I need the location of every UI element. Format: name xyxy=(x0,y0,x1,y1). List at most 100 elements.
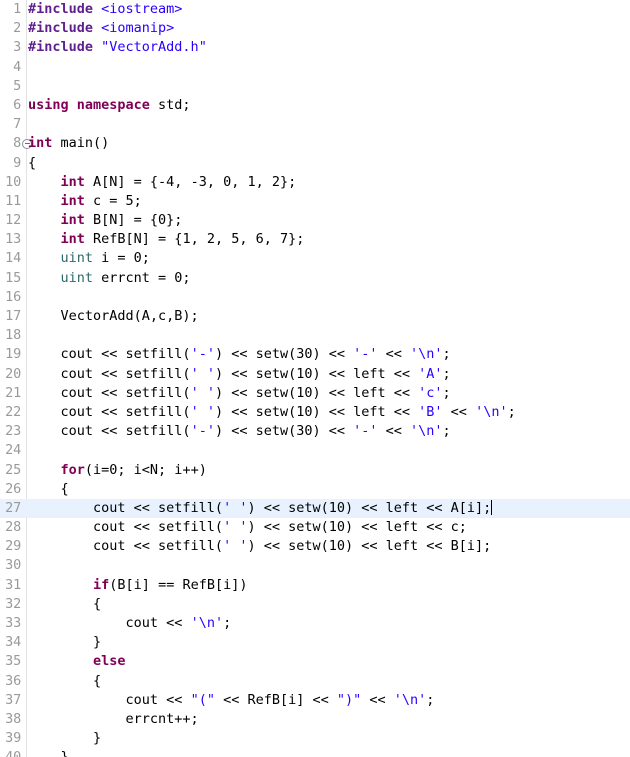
line-number: 38 xyxy=(5,710,21,727)
token-plain: (B[i] == RefB[i]) xyxy=(109,576,248,593)
line-number: 28 xyxy=(5,519,21,536)
code-line[interactable]: 24 xyxy=(0,441,630,460)
token-plain: RefB[N] = {1, 2, 5, 6, 7}; xyxy=(84,231,305,248)
code-line[interactable]: 26 { xyxy=(0,480,630,499)
token-plain: { xyxy=(28,595,102,612)
code-line[interactable]: 21 cout << setfill(' ') << setw(10) << l… xyxy=(0,384,630,403)
code-line[interactable]: 19 cout << setfill('-') << setw(30) << '… xyxy=(0,345,630,364)
line-number: 19 xyxy=(5,346,21,363)
code-line[interactable]: 8 int main() xyxy=(0,134,630,153)
code-line[interactable]: 25 for(i=0; i<N; i++) xyxy=(0,461,630,480)
token-plain: ; xyxy=(223,615,232,631)
code-line[interactable]: 36 { xyxy=(0,672,630,691)
token-plain: } xyxy=(28,749,69,757)
code-area[interactable]: 1 #include <iostream> 2 #include <iomanip> 3… xyxy=(0,0,630,757)
token-plain: ; xyxy=(442,365,451,382)
token-plain: cout << setfill( xyxy=(28,384,191,401)
line-number: 25 xyxy=(5,461,21,478)
code-line[interactable]: 35 else xyxy=(0,652,630,671)
code-line[interactable]: 31 if(B[i] == RefB[i]) xyxy=(0,576,630,595)
code-line[interactable]: 18 xyxy=(0,326,630,345)
code-line[interactable]: 30 xyxy=(0,556,630,575)
code-line[interactable]: 5 xyxy=(0,77,630,96)
code-line-text: int A[N] = {-4, -3, 0, 1, 2}; xyxy=(28,173,297,192)
code-line-text: #include <iomanip> xyxy=(28,19,174,38)
code-editor[interactable]: 1 #include <iostream> 2 #include <iomanip> 3… xyxy=(0,0,630,757)
line-number: 23 xyxy=(5,423,21,440)
line-number: 9 xyxy=(13,154,21,171)
token-string: ' ' xyxy=(223,538,248,555)
token-plain: ) << setw(10) << left << B[i]; xyxy=(247,538,492,555)
token-pp: #include xyxy=(28,20,102,37)
token-plain: ) << setw(10) << left << c; xyxy=(247,519,467,536)
code-line[interactable]: 2 #include <iomanip> xyxy=(0,19,630,38)
token-type: uint xyxy=(60,250,94,267)
code-line[interactable]: 22 cout << setfill(' ') << setw(10) << l… xyxy=(0,403,630,422)
code-line[interactable]: 20 cout << setfill(' ') << setw(10) << l… xyxy=(0,365,630,384)
token-string: ' ' xyxy=(190,403,215,420)
line-number: 10 xyxy=(5,173,21,190)
token-plain: ; xyxy=(507,403,516,420)
code-line[interactable]: 11 int c = 5; xyxy=(0,192,630,211)
code-line[interactable]: 37 cout << "(" << RefB[i] << ")" << '\n'… xyxy=(0,691,630,710)
token-pp: #include xyxy=(28,1,102,17)
code-line-text: { xyxy=(28,672,101,691)
code-line[interactable]: 32 { xyxy=(0,595,630,614)
code-line[interactable]: 38 errcnt++; xyxy=(0,710,630,729)
code-line[interactable]: 7 xyxy=(0,115,630,134)
code-line[interactable]: 14 uint i = 0; xyxy=(0,249,630,268)
line-number: 4 xyxy=(13,58,21,75)
code-line[interactable]: 16 xyxy=(0,288,630,307)
token-keyword: int xyxy=(60,231,85,248)
code-line[interactable]: 29 cout << setfill(' ') << setw(10) << l… xyxy=(0,537,630,556)
token-string: '\n' xyxy=(393,691,427,708)
code-line[interactable]: 27 cout << setfill(' ') << setw(10) << l… xyxy=(0,498,630,519)
token-string: '-' xyxy=(190,423,215,440)
line-number: 24 xyxy=(5,442,21,459)
token-keyword: int xyxy=(28,135,53,152)
token-plain: i = 0; xyxy=(93,250,150,267)
line-number: 6 xyxy=(13,96,21,113)
code-line-text: if(B[i] == RefB[i]) xyxy=(28,576,247,595)
code-line[interactable]: 15 uint errcnt = 0; xyxy=(0,269,630,288)
code-line[interactable]: 10 int A[N] = {-4, -3, 0, 1, 2}; xyxy=(0,173,630,192)
token-type: uint xyxy=(60,269,94,286)
code-line[interactable]: 34 } xyxy=(0,633,630,652)
code-line[interactable]: 4 xyxy=(0,58,630,77)
code-line[interactable]: 17 VectorAdd(A,c,B); xyxy=(0,307,630,326)
line-number: 36 xyxy=(5,672,21,689)
code-line[interactable]: 9{ xyxy=(0,154,630,173)
token-string: '-' xyxy=(353,423,378,440)
code-line[interactable]: 28 cout << setfill(' ') << setw(10) << l… xyxy=(0,518,630,537)
line-number: 8 xyxy=(13,135,21,152)
code-line[interactable]: 12 int B[N] = {0}; xyxy=(0,211,630,230)
token-plain: A[N] = {-4, -3, 0, 1, 2}; xyxy=(84,173,297,190)
code-line[interactable]: 23 cout << setfill('-') << setw(30) << '… xyxy=(0,422,630,441)
code-line-text: } xyxy=(28,729,101,748)
code-line[interactable]: 13 int RefB[N] = {1, 2, 5, 6, 7}; xyxy=(0,230,630,249)
code-line-text: int c = 5; xyxy=(28,192,142,211)
token-plain: VectorAdd(A,c,B); xyxy=(28,308,199,324)
code-line[interactable]: 1 #include <iostream> xyxy=(0,0,630,19)
token-string: 'B' xyxy=(418,403,443,420)
code-line[interactable]: 33 cout << '\n'; xyxy=(0,614,630,633)
token-header: <iostream> xyxy=(101,1,183,17)
line-number: 16 xyxy=(5,288,21,305)
token-pp: #include xyxy=(28,39,102,56)
token-plain: main() xyxy=(52,135,110,152)
code-line-text: errcnt++; xyxy=(28,710,199,729)
token-plain: << xyxy=(377,346,411,363)
code-line[interactable]: 6 using namespace std; xyxy=(0,96,630,115)
token-plain: std; xyxy=(149,96,191,113)
line-number: 21 xyxy=(5,384,21,401)
code-line[interactable]: 3 #include "VectorAdd.h" xyxy=(0,38,630,57)
token-plain: cout << setfill( xyxy=(28,346,191,363)
code-line[interactable]: 39 } xyxy=(0,729,630,748)
code-line[interactable]: 40 } xyxy=(0,748,630,757)
token-plain: errcnt++; xyxy=(28,710,199,727)
token-keyword: int xyxy=(60,212,85,229)
code-line-text: { xyxy=(28,154,36,173)
